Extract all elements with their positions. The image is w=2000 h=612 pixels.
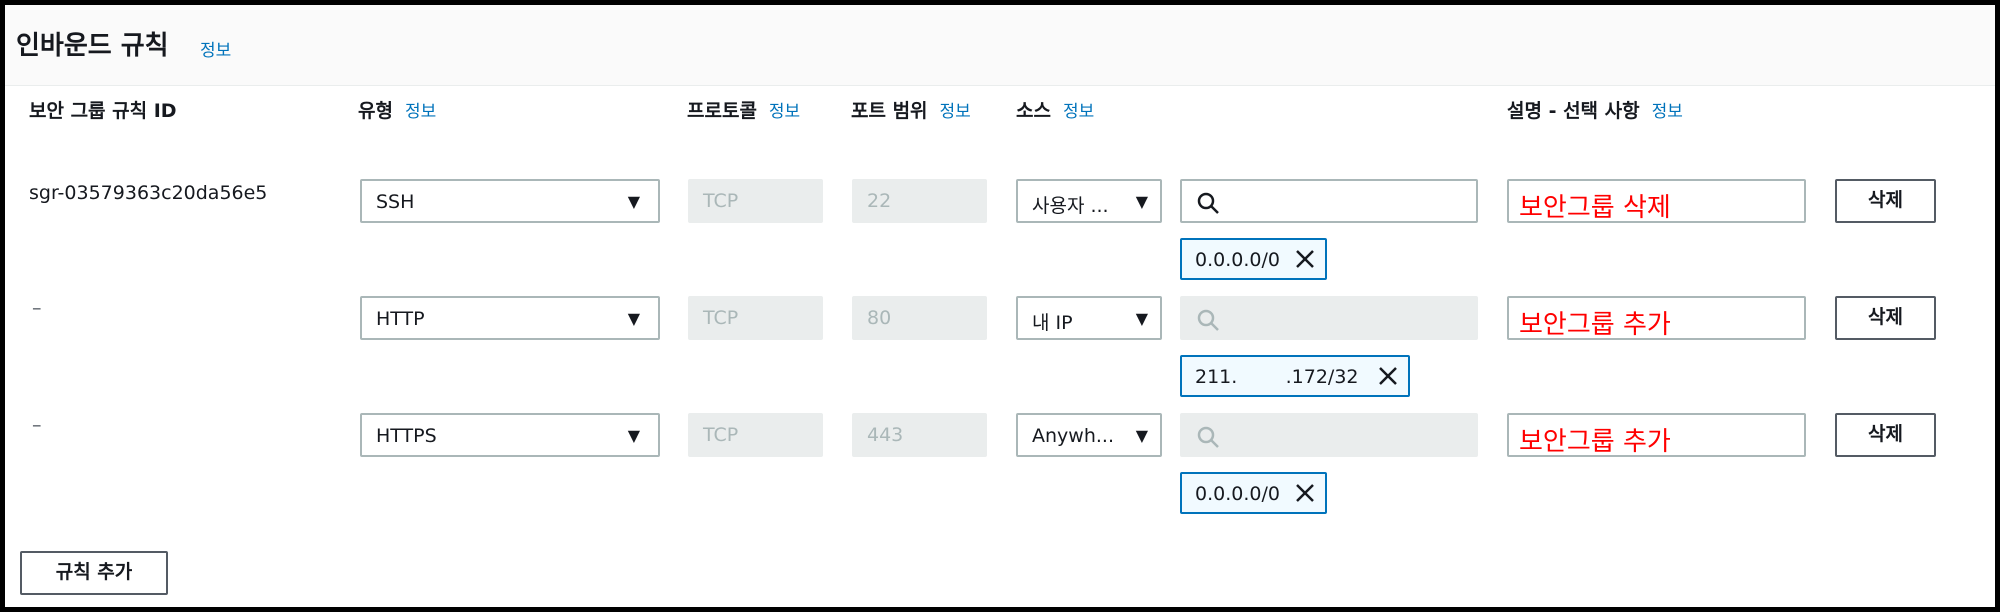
- source-search-input[interactable]: [1180, 179, 1478, 223]
- protocol-info-link[interactable]: 정보: [769, 102, 800, 122]
- page-title: 인바운드 규칙: [16, 31, 169, 61]
- protocol-field: TCP: [688, 179, 823, 223]
- source-type-value: 내 IP: [1032, 312, 1073, 334]
- cidr-token-value: 0.0.0.0/0: [1195, 483, 1280, 505]
- type-select-value: HTTP: [376, 308, 425, 330]
- source-info-link[interactable]: 정보: [1063, 102, 1094, 122]
- column-label-port-range: 포트 범위: [851, 100, 928, 122]
- protocol-field: TCP: [688, 413, 823, 457]
- rule-id: –: [32, 297, 42, 319]
- column-label-source: 소스: [1016, 100, 1051, 122]
- type-select-value: HTTPS: [376, 425, 437, 447]
- add-rule-button[interactable]: 규칙 추가: [20, 551, 168, 595]
- column-label-description: 설명 - 선택 사항: [1507, 100, 1640, 122]
- caret-down-icon: ▼: [627, 192, 640, 211]
- column-header-source: 소스 정보: [1016, 97, 1094, 126]
- caret-down-icon: ▼: [1135, 309, 1148, 328]
- cidr-token: 0.0.0.0/0: [1180, 472, 1327, 514]
- description-input[interactable]: 보안그룹 추가: [1507, 413, 1806, 457]
- column-label-protocol: 프로토콜: [687, 100, 757, 122]
- source-type-value: Anywh...: [1032, 425, 1114, 447]
- protocol-value: TCP: [703, 190, 739, 212]
- type-select-value: SSH: [376, 191, 415, 213]
- type-select[interactable]: HTTPS ▼: [360, 413, 660, 457]
- source-type-select[interactable]: 사용자 ... ▼: [1016, 179, 1162, 223]
- cidr-token-value: 0.0.0.0/0: [1195, 249, 1280, 271]
- column-header-description: 설명 - 선택 사항 정보: [1507, 97, 1683, 126]
- description-input[interactable]: 보안그룹 삭제: [1507, 179, 1806, 223]
- delete-button[interactable]: 삭제: [1835, 296, 1936, 340]
- cidr-token: 0.0.0.0/0: [1180, 238, 1327, 280]
- close-icon[interactable]: [1377, 365, 1399, 392]
- caret-down-icon: ▼: [1135, 426, 1148, 445]
- inbound-rules-panel: 인바운드 규칙 정보 보안 그룹 규칙 ID 유형 정보 프로토콜 정보 포트 범위…: [0, 0, 2000, 612]
- header-info-link[interactable]: 정보: [200, 36, 231, 61]
- port-range-value: 80: [867, 307, 892, 329]
- rule-id: sgr-03579363c20da56e5: [29, 182, 268, 204]
- port-range-field: 80: [852, 296, 987, 340]
- source-search-input: [1180, 296, 1478, 340]
- port-range-value: 22: [867, 190, 892, 212]
- caret-down-icon: ▼: [627, 426, 640, 445]
- port-range-field: 443: [852, 413, 987, 457]
- port-range-field: 22: [852, 179, 987, 223]
- type-select[interactable]: HTTP ▼: [360, 296, 660, 340]
- column-label-rule-id: 보안 그룹 규칙 ID: [29, 100, 177, 122]
- delete-button[interactable]: 삭제: [1835, 179, 1936, 223]
- port-range-info-link[interactable]: 정보: [940, 102, 971, 122]
- column-header-rule-id: 보안 그룹 규칙 ID: [29, 97, 177, 125]
- column-header-type: 유형 정보: [358, 97, 436, 126]
- panel-header: 인바운드 규칙 정보: [5, 5, 1995, 86]
- column-header-protocol: 프로토콜 정보: [687, 97, 817, 126]
- protocol-field: TCP: [688, 296, 823, 340]
- cidr-token: 211. .172/32: [1180, 355, 1410, 397]
- source-type-value: 사용자 ...: [1032, 195, 1109, 217]
- column-label-type: 유형: [358, 100, 393, 122]
- search-icon: [1197, 192, 1219, 214]
- source-type-select[interactable]: 내 IP ▼: [1016, 296, 1162, 340]
- close-icon[interactable]: [1294, 482, 1316, 509]
- protocol-value: TCP: [703, 307, 739, 329]
- caret-down-icon: ▼: [627, 309, 640, 328]
- port-range-value: 443: [867, 424, 904, 446]
- protocol-value: TCP: [703, 424, 739, 446]
- cidr-token-value: 211. .172/32: [1195, 366, 1359, 388]
- rule-id: –: [32, 414, 42, 436]
- delete-button[interactable]: 삭제: [1835, 413, 1936, 457]
- type-info-link[interactable]: 정보: [405, 102, 436, 122]
- source-search-input: [1180, 413, 1478, 457]
- column-header-port-range: 포트 범위 정보: [851, 97, 981, 126]
- close-icon[interactable]: [1294, 248, 1316, 275]
- search-icon: [1197, 309, 1219, 331]
- search-icon: [1197, 426, 1219, 448]
- description-info-link[interactable]: 정보: [1652, 102, 1683, 122]
- description-input[interactable]: 보안그룹 추가: [1507, 296, 1806, 340]
- description-value: 보안그룹 삭제: [1519, 193, 1671, 223]
- source-type-select[interactable]: Anywh... ▼: [1016, 413, 1162, 457]
- type-select[interactable]: SSH ▼: [360, 179, 660, 223]
- description-value: 보안그룹 추가: [1519, 310, 1671, 340]
- caret-down-icon: ▼: [1135, 192, 1148, 211]
- description-value: 보안그룹 추가: [1519, 427, 1671, 457]
